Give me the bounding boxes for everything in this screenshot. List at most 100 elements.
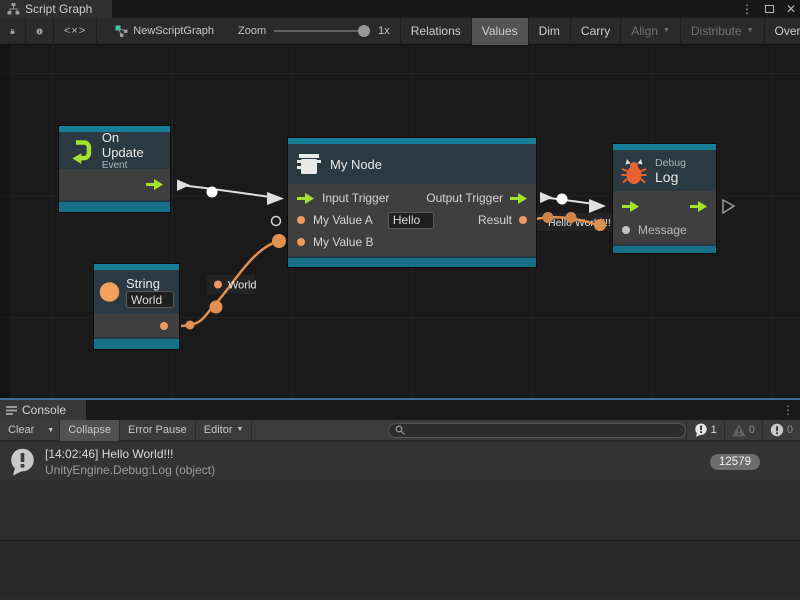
tab-label: Script Graph bbox=[25, 2, 92, 16]
node-footer-strip bbox=[613, 246, 716, 253]
flow-input-port[interactable] bbox=[297, 193, 314, 204]
my-value-a-input[interactable] bbox=[388, 212, 434, 229]
console-search-input[interactable] bbox=[409, 424, 679, 436]
bug-icon bbox=[621, 158, 647, 184]
code-view-button[interactable]: <×> bbox=[54, 18, 97, 45]
info-button[interactable] bbox=[26, 18, 54, 45]
clear-button[interactable]: Clear bbox=[0, 420, 42, 441]
node-string[interactable]: String bbox=[93, 263, 180, 350]
node-subtitle: Debug bbox=[655, 157, 686, 169]
value-output-port[interactable] bbox=[519, 216, 527, 224]
tab-console[interactable]: Console bbox=[0, 400, 86, 420]
node-debug-log[interactable]: Debug Log Message bbox=[612, 143, 717, 254]
distribute-dropdown: Distribute bbox=[681, 18, 765, 45]
values-button[interactable]: Values bbox=[472, 18, 529, 45]
collapse-count-badge: 12579 bbox=[710, 454, 760, 470]
collapse-button[interactable]: Collapse bbox=[60, 420, 120, 441]
warning-count-toggle[interactable]: 0 bbox=[724, 420, 762, 441]
log-count: 1 bbox=[711, 424, 717, 436]
tab-label: Console bbox=[22, 403, 66, 417]
maximize-icon[interactable] bbox=[765, 5, 774, 13]
error-count: 0 bbox=[787, 424, 793, 436]
console-panel: Console ⋮ Clear Collapse Error Pause Edi… bbox=[0, 398, 800, 600]
zoom-slider-handle[interactable] bbox=[358, 25, 370, 37]
window-menu-icon[interactable]: ⋮ bbox=[741, 0, 753, 18]
console-toolbar: Clear Collapse Error Pause Editor 1 bbox=[0, 420, 800, 441]
window-titlebar: Script Graph ⋮ ✕ bbox=[0, 0, 800, 18]
value-input-port[interactable] bbox=[297, 216, 305, 224]
warning-count: 0 bbox=[749, 424, 755, 436]
hierarchy-icon bbox=[7, 3, 20, 15]
unconnected-port-indicator bbox=[272, 217, 281, 226]
graph-canvas[interactable]: World Hello World!!! On Update Event bbox=[0, 45, 800, 398]
node-title: String bbox=[126, 276, 174, 291]
port-label-result: Result bbox=[478, 213, 512, 227]
error-pause-button[interactable]: Error Pause bbox=[120, 420, 196, 441]
close-icon[interactable]: ✕ bbox=[786, 0, 796, 18]
node-title: Log bbox=[655, 169, 686, 185]
on-update-loop-icon bbox=[67, 137, 94, 165]
flow-output-port[interactable] bbox=[146, 179, 163, 190]
node-subtitle: Event bbox=[102, 160, 162, 171]
node-on-update[interactable]: On Update Event bbox=[58, 125, 171, 213]
message-input-port[interactable] bbox=[622, 226, 630, 234]
warning-icon bbox=[732, 424, 746, 437]
flow-output-port[interactable] bbox=[690, 201, 707, 212]
log-count-toggle[interactable]: 1 bbox=[686, 420, 724, 441]
flow-input-port[interactable] bbox=[622, 201, 639, 212]
log-entry-row[interactable]: [14:02:46] Hello World!!! UnityEngine.De… bbox=[0, 443, 800, 480]
graph-toolbar: <×> NewScriptGraph Zoom 1x Relations Val… bbox=[0, 18, 800, 45]
overview-button[interactable]: Overview bbox=[765, 18, 800, 45]
log-stacktrace: UnityEngine.Debug:Log (object) bbox=[45, 462, 215, 478]
node-title: My Node bbox=[330, 157, 382, 172]
zoom-value: 1x bbox=[378, 25, 390, 37]
relations-button[interactable]: Relations bbox=[400, 18, 472, 45]
wire-string-to-my-value-b[interactable]: World bbox=[181, 234, 286, 330]
graph-breadcrumb[interactable]: NewScriptGraph bbox=[115, 25, 214, 37]
graph-name-label: NewScriptGraph bbox=[133, 25, 214, 37]
port-label-input-trigger: Input Trigger bbox=[322, 191, 389, 205]
zoom-label: Zoom bbox=[238, 25, 266, 37]
string-value-input[interactable] bbox=[126, 291, 174, 308]
node-my-node[interactable]: My Node Input Trigger Output Trigger bbox=[287, 137, 537, 268]
console-search[interactable] bbox=[388, 423, 686, 438]
wire-value-world: World bbox=[228, 280, 257, 292]
value-input-port[interactable] bbox=[297, 238, 305, 246]
align-dropdown: Align bbox=[621, 18, 681, 45]
flow-output-port[interactable] bbox=[510, 193, 527, 204]
wire-result-to-message[interactable]: Hello World!!! bbox=[526, 212, 614, 231]
port-label-message: Message bbox=[638, 223, 687, 237]
wire-on-update-to-input[interactable] bbox=[177, 180, 284, 206]
console-menu-icon[interactable]: ⋮ bbox=[782, 400, 794, 420]
log-bubble-icon bbox=[9, 448, 36, 476]
lock-button[interactable] bbox=[0, 18, 26, 45]
error-icon bbox=[770, 423, 784, 437]
error-count-toggle[interactable]: 0 bbox=[762, 420, 800, 441]
log-message: [14:02:46] Hello World!!! bbox=[45, 446, 215, 462]
zoom-slider[interactable] bbox=[274, 30, 370, 32]
console-log-list: [14:02:46] Hello World!!! UnityEngine.De… bbox=[0, 441, 800, 540]
editor-dropdown[interactable]: Editor bbox=[196, 420, 253, 441]
node-footer-strip bbox=[94, 339, 179, 349]
tab-script-graph[interactable]: Script Graph bbox=[0, 0, 112, 18]
wire-output-to-debug[interactable] bbox=[540, 192, 606, 213]
clear-dropdown[interactable] bbox=[42, 420, 60, 441]
flow-continuation-arrow bbox=[723, 200, 734, 213]
graph-icon bbox=[115, 25, 128, 37]
carry-button[interactable]: Carry bbox=[571, 18, 621, 45]
lock-icon bbox=[10, 25, 15, 38]
console-detail-pane bbox=[0, 541, 800, 599]
dim-button[interactable]: Dim bbox=[529, 18, 571, 45]
node-title: On Update bbox=[102, 130, 162, 160]
node-footer-strip bbox=[288, 258, 536, 267]
string-circle-icon bbox=[99, 278, 120, 306]
code-icon: <×> bbox=[64, 25, 86, 37]
unit-icon bbox=[296, 152, 322, 176]
info-icon bbox=[36, 25, 43, 38]
port-label-my-value-a: My Value A bbox=[313, 213, 373, 227]
port-label-output-trigger: Output Trigger bbox=[426, 191, 503, 205]
console-lines-icon bbox=[6, 405, 17, 416]
port-label-my-value-b: My Value B bbox=[313, 235, 373, 249]
search-icon bbox=[395, 425, 405, 435]
value-output-port[interactable] bbox=[160, 322, 168, 330]
